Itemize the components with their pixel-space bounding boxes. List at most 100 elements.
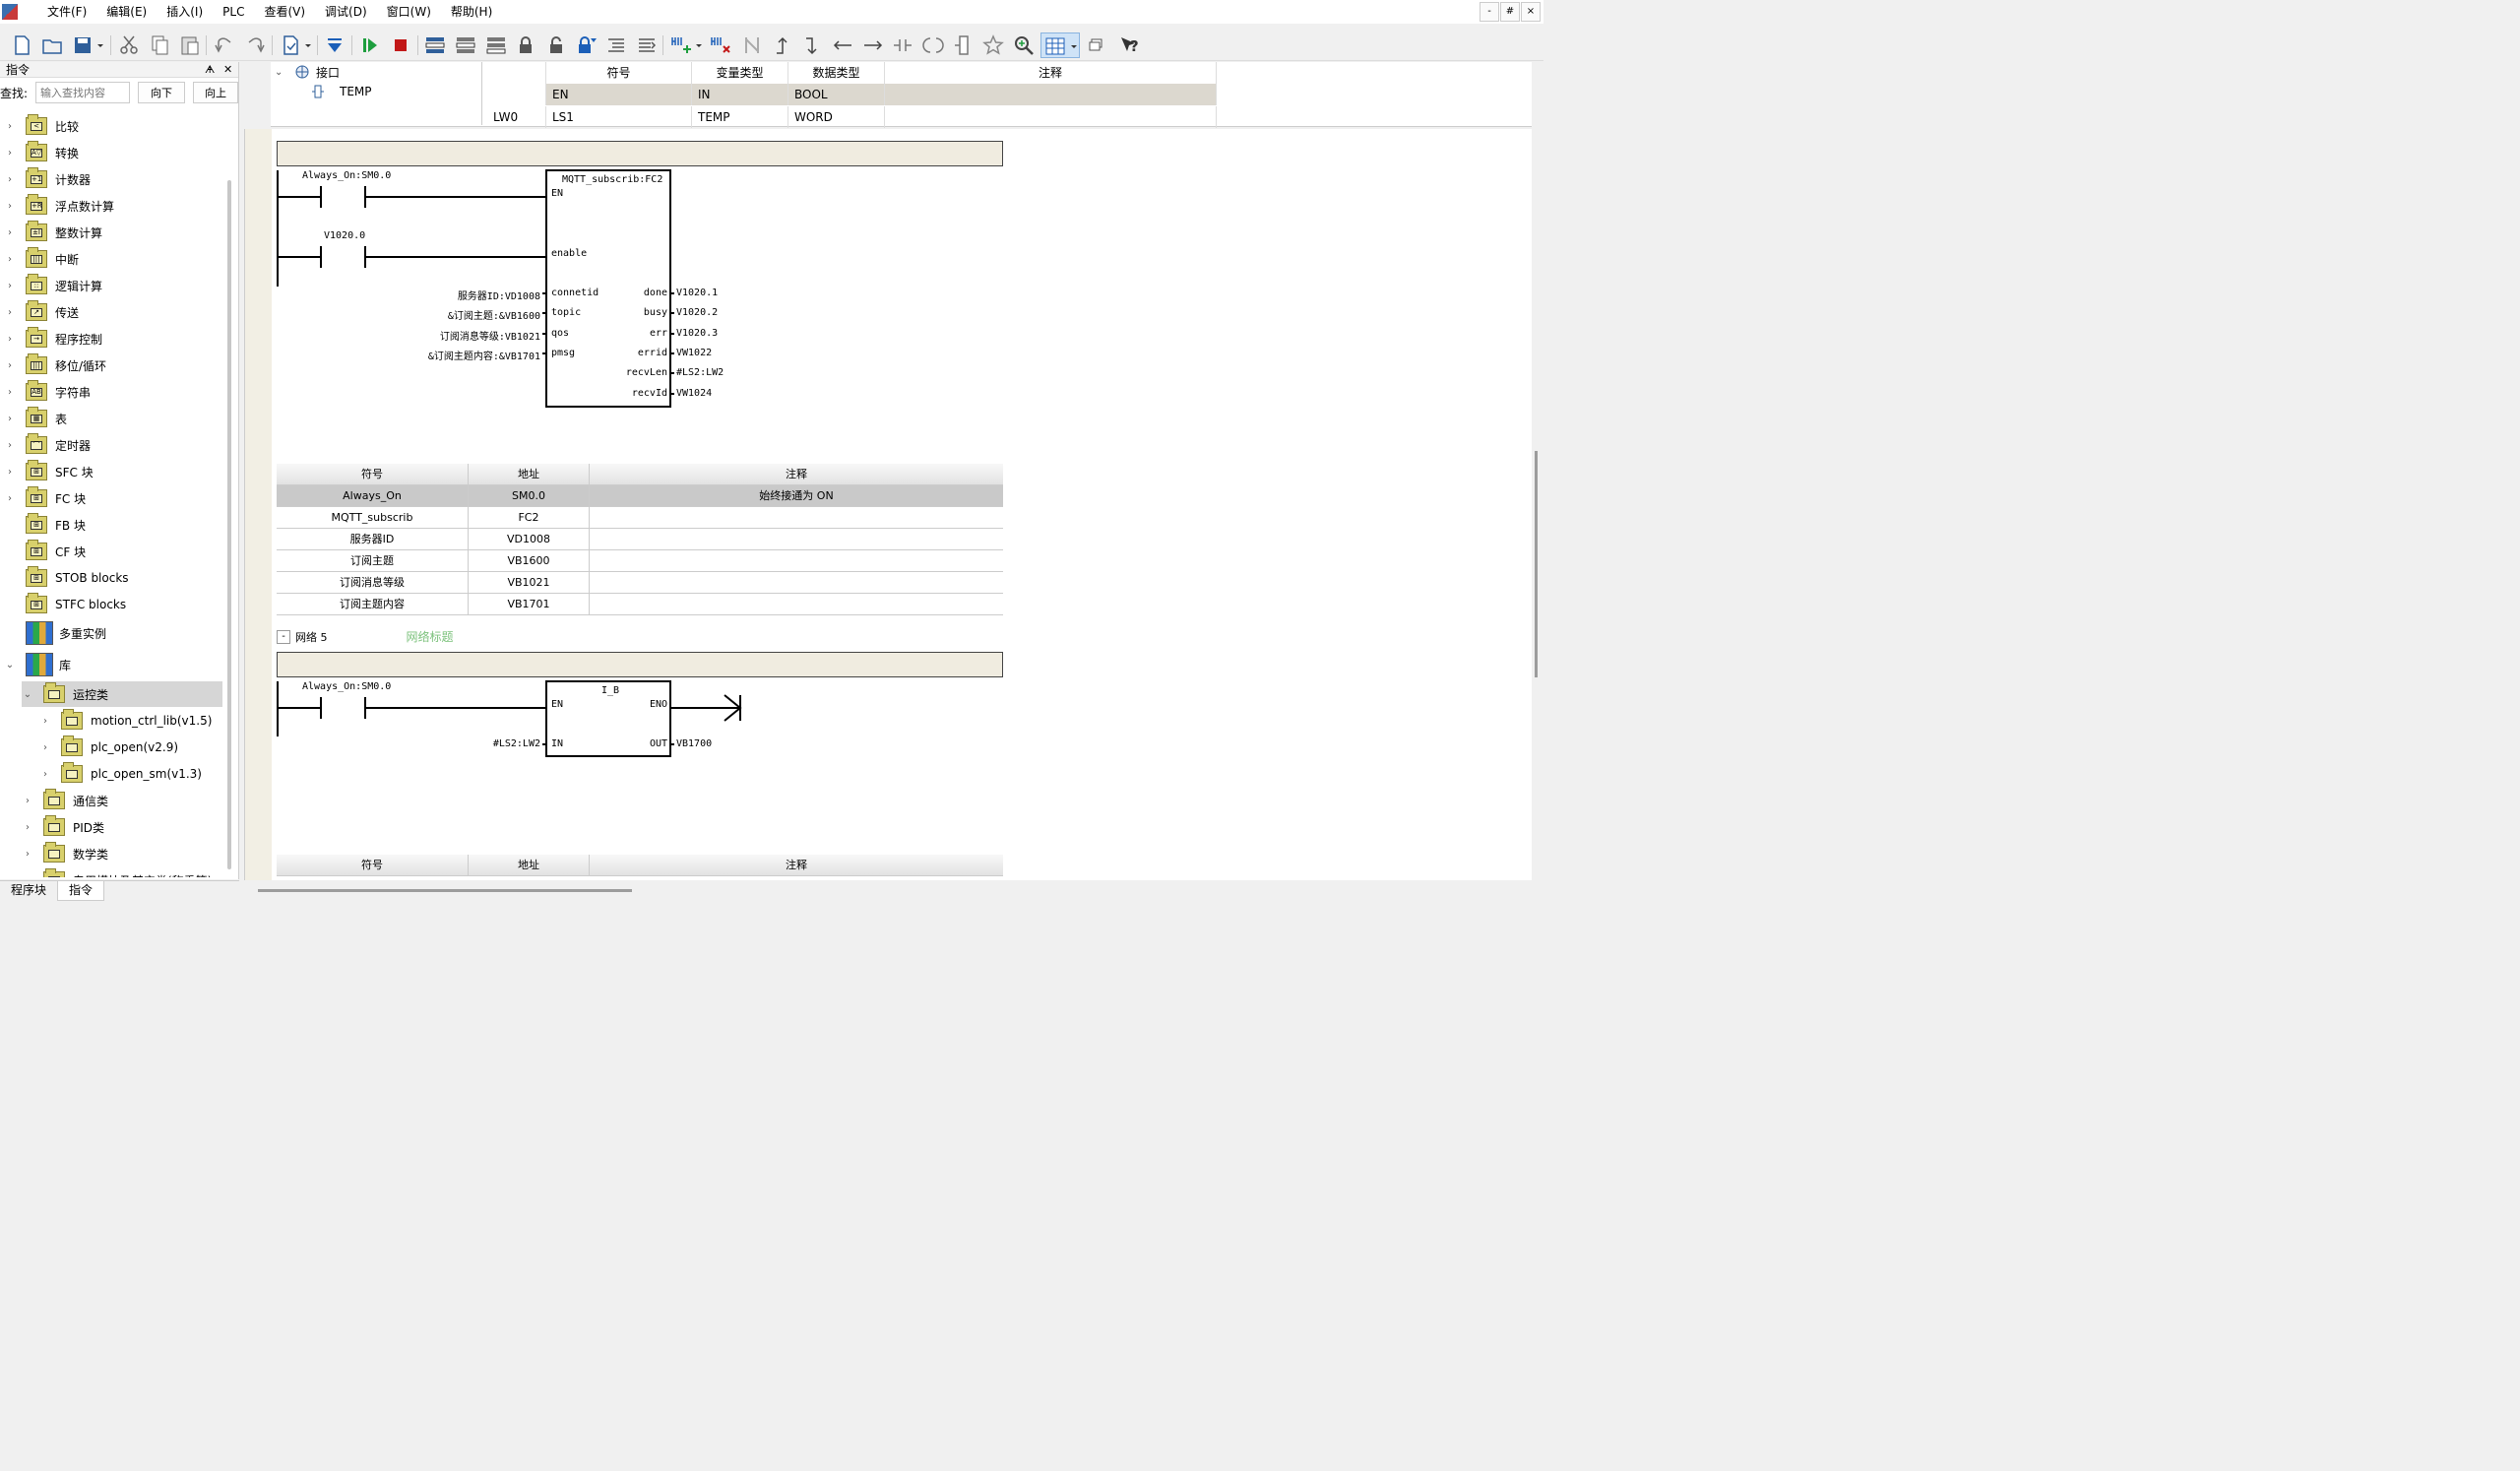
network-copy-icon[interactable] — [484, 33, 508, 57]
undo-icon[interactable] — [213, 33, 236, 57]
chevron-down-icon[interactable]: ⌄ — [4, 660, 16, 671]
chevron-right-icon[interactable]: › — [4, 227, 16, 238]
tree-item-motion-class[interactable]: ⌄ 运控类 — [22, 681, 222, 707]
coil-icon[interactable] — [921, 33, 945, 57]
table-row[interactable]: 订阅消息等级 VB1021 — [277, 572, 1003, 594]
tree-item-category[interactable]: › ⊞ FC 块 — [4, 485, 86, 511]
tree-item-category[interactable]: ⊞ STFC blocks — [4, 592, 126, 617]
network-5-comment-box[interactable] — [277, 652, 1003, 677]
chevron-right-icon[interactable]: › — [39, 769, 51, 780]
tree-item-category[interactable]: ⊞ STOB blocks — [4, 565, 129, 591]
chevron-right-icon[interactable]: › — [22, 796, 33, 806]
scroll-thumb[interactable] — [1535, 451, 1538, 677]
table-row[interactable]: 订阅主题 VB1600 — [277, 550, 1003, 572]
tree-item-multi-instance[interactable]: 多重实例 — [4, 620, 106, 646]
stop-icon[interactable] — [389, 33, 412, 57]
output-busy[interactable]: V1020.2 — [676, 307, 718, 318]
input-qos[interactable]: 订阅消息等级:VB1021 — [440, 328, 540, 343]
menu-view[interactable]: 查看(V) — [254, 0, 315, 24]
find-up-button[interactable]: 向上 — [193, 82, 238, 103]
close-button[interactable]: × — [1521, 2, 1541, 22]
table-row[interactable]: 服务器ID VD1008 — [277, 529, 1003, 550]
chevron-right-icon[interactable]: › — [22, 875, 33, 878]
network-collapse-toggle[interactable]: - — [277, 629, 290, 644]
menu-plc[interactable]: PLC — [213, 0, 254, 24]
menu-file[interactable]: 文件(F) — [37, 0, 96, 24]
interface-tree-temp[interactable]: TEMP — [312, 82, 372, 101]
tree-item-motion-lib[interactable]: › motion_ctrl_lib(v1.5) — [39, 708, 212, 734]
scroll-thumb[interactable] — [258, 889, 632, 892]
input-topic[interactable]: &订阅主题:&VB1600 — [448, 307, 540, 322]
output-done[interactable]: V1020.1 — [676, 288, 718, 298]
find-down-button[interactable]: 向下 — [138, 82, 185, 103]
menu-debug[interactable]: 调试(D) — [315, 0, 377, 24]
line-right-icon[interactable] — [861, 33, 885, 57]
tree-item-library-class[interactable]: › PID类 — [22, 814, 104, 840]
chevron-right-icon[interactable]: › — [4, 307, 16, 318]
insert-box-icon[interactable] — [669, 33, 693, 57]
tree-item-category[interactable]: › ⌒ 定时器 — [4, 432, 91, 458]
output-errid[interactable]: VW1022 — [676, 348, 712, 358]
indent-icon[interactable] — [604, 33, 628, 57]
download-icon[interactable] — [323, 33, 346, 57]
chevron-right-icon[interactable]: › — [4, 121, 16, 132]
chevron-right-icon[interactable]: › — [4, 201, 16, 212]
insert-box-dropdown-icon[interactable] — [693, 33, 705, 57]
chevron-right-icon[interactable]: › — [22, 849, 33, 860]
interface-row[interactable]: EN IN BOOL — [487, 84, 1217, 105]
tab-program-blocks[interactable]: 程序块 — [0, 881, 57, 901]
chevron-right-icon[interactable]: › — [22, 822, 33, 833]
output-err[interactable]: V1020.3 — [676, 328, 718, 339]
force-lock-icon[interactable] — [575, 33, 598, 57]
tree-item-motion-lib[interactable]: › plc_open(v2.9) — [39, 735, 178, 760]
input-connetid[interactable]: 服务器ID:VD1008 — [458, 288, 540, 302]
compile-icon[interactable] — [279, 33, 302, 57]
chevron-right-icon[interactable]: › — [4, 174, 16, 185]
tree-item-category[interactable]: › ⊞ SFC 块 — [4, 459, 94, 484]
contact-icon[interactable] — [891, 33, 914, 57]
chevron-right-icon[interactable]: › — [4, 387, 16, 398]
box-icon[interactable] — [952, 33, 976, 57]
pin-icon[interactable]: ᗗ — [205, 62, 215, 78]
delete-box-icon[interactable] — [709, 33, 732, 57]
tree-item-library-class[interactable]: › 数学类 — [22, 841, 108, 866]
n5-input[interactable]: #LS2:LW2 — [493, 738, 540, 749]
table-row[interactable]: Always_On SM0.0 始终接通为 ON — [277, 485, 1003, 507]
network-delete-icon[interactable] — [454, 33, 477, 57]
chevron-right-icon[interactable]: › — [4, 493, 16, 504]
chevron-down-icon[interactable]: ⌄ — [22, 689, 33, 700]
table-row[interactable]: MQTT_subscrib FC2 — [277, 507, 1003, 529]
table-view-toggle[interactable] — [1040, 32, 1080, 58]
chevron-right-icon[interactable]: › — [39, 716, 51, 727]
menu-edit[interactable]: 编辑(E) — [96, 0, 157, 24]
compile-dropdown-icon[interactable] — [302, 33, 314, 57]
input-pmsg[interactable]: &订阅主题内容:&VB1701 — [428, 348, 540, 362]
restore-button[interactable]: # — [1500, 2, 1520, 22]
panel-close-icon[interactable]: ✕ — [223, 62, 232, 78]
tree-item-category[interactable]: › ||| 中断 — [4, 246, 79, 272]
zoom-icon[interactable] — [1012, 33, 1036, 57]
tree-item-library-class[interactable]: › 通信类 — [22, 788, 108, 813]
tree-item-category[interactable]: › A▽ 转换 — [4, 140, 79, 165]
help-icon[interactable]: ? — [1117, 33, 1141, 57]
tree-item-category[interactable]: › +R 浮点数计算 — [4, 193, 114, 219]
tree-item-category[interactable]: ⊞ CF 块 — [4, 539, 86, 564]
tree-item-category[interactable]: › +1 计数器 — [4, 166, 91, 192]
network-5-title[interactable]: 网络标题 — [407, 628, 454, 645]
paste-icon[interactable] — [178, 33, 202, 57]
interface-row[interactable]: LW0 LS1 TEMP WORD — [487, 106, 1217, 128]
find-input[interactable] — [35, 82, 130, 103]
table-row[interactable]: 订阅主题内容 VB1701 — [277, 594, 1003, 615]
tree-item-category[interactable]: ⊞ FB 块 — [4, 512, 86, 538]
minimize-button[interactable]: - — [1480, 2, 1499, 22]
chevron-right-icon[interactable]: › — [4, 334, 16, 345]
menu-insert[interactable]: 插入(I) — [157, 0, 213, 24]
output-recvlen[interactable]: #LS2:LW2 — [676, 367, 724, 378]
open-folder-icon[interactable] — [40, 33, 64, 57]
chevron-right-icon[interactable]: › — [4, 148, 16, 159]
chevron-right-icon[interactable]: › — [4, 414, 16, 424]
tree-item-category[interactable]: › ±I 整数计算 — [4, 220, 102, 245]
line-left-icon[interactable] — [831, 33, 854, 57]
window-cascade-icon[interactable] — [1084, 33, 1107, 57]
line-up-icon[interactable] — [771, 33, 794, 57]
